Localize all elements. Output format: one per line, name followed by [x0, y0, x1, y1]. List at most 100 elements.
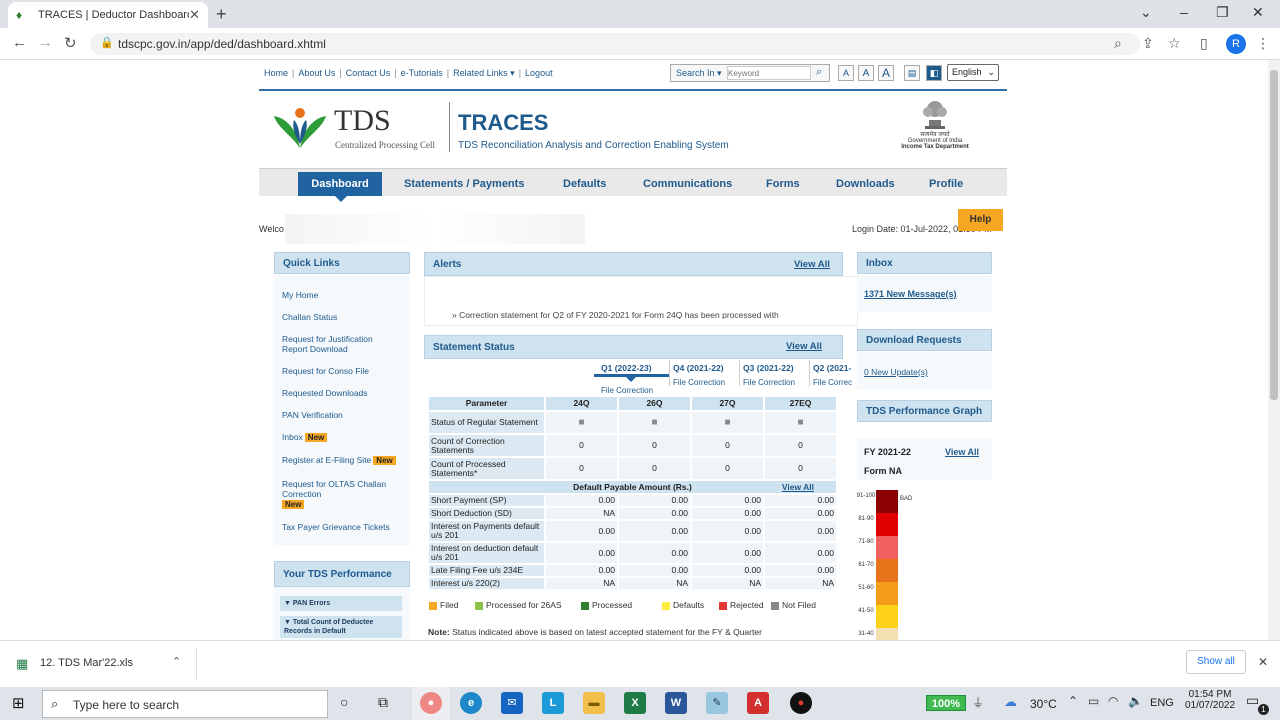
page-scrollbar[interactable] — [1268, 60, 1280, 640]
tray-chevron-icon[interactable]: ⌃ — [1068, 694, 1078, 708]
toplink-0[interactable]: Home — [264, 68, 288, 78]
side-panel-icon[interactable]: ▯ — [1200, 35, 1208, 52]
tab-q3-2021-22[interactable]: Q3 (2021-22) — [743, 363, 794, 373]
alert-item[interactable]: » Correction statement for Q2 of FY 2020… — [452, 310, 822, 319]
temperature[interactable]: 30°C — [1030, 697, 1057, 711]
close-shelf-icon[interactable]: ✕ — [1258, 655, 1268, 669]
close-tab-icon[interactable]: ✕ — [189, 7, 200, 23]
share-icon[interactable]: ⇪ — [1142, 35, 1154, 52]
battery-indicator[interactable]: 100% — [926, 695, 966, 711]
q2-file-correction-link[interactable]: File Correc — [813, 378, 858, 387]
search-in-dropdown[interactable]: Search In ▾ — [676, 68, 722, 79]
help-button[interactable]: Help — [958, 209, 1003, 231]
bookmark-star-icon[interactable]: ☆ — [1168, 35, 1181, 52]
profile-avatar[interactable]: R — [1226, 34, 1246, 54]
toplink-2[interactable]: Contact Us — [346, 68, 391, 78]
menu-dashboard[interactable]: Dashboard — [298, 172, 382, 196]
tab-q4-2021-22[interactable]: Q4 (2021-22) — [673, 363, 724, 373]
statement-view-all-link[interactable]: View All — [786, 341, 822, 352]
chevron-up-icon[interactable]: ⌃ — [172, 655, 181, 668]
menu-defaults[interactable]: Defaults — [563, 178, 606, 190]
browser-tab[interactable]: ♦ TRACES | Deductor Dashboard ✕ — [8, 2, 208, 28]
search-box[interactable]: Search In ▾ ⌕ — [670, 64, 830, 82]
input-language[interactable]: ENG — [1150, 697, 1174, 709]
toplink-1[interactable]: About Us — [298, 68, 335, 78]
close-window-icon[interactable]: ✕ — [1252, 4, 1264, 21]
menu-forms[interactable]: Forms — [766, 178, 800, 190]
download-updates-link[interactable]: 0 New Update(s) — [864, 367, 928, 377]
font-size-large-button[interactable]: A — [878, 65, 894, 81]
acrobat-icon[interactable]: A — [747, 692, 769, 714]
forward-icon[interactable]: → — [38, 34, 53, 51]
scroll-thumb[interactable] — [1270, 70, 1278, 400]
url-field[interactable]: tdscpc.gov.in/app/ded/dashboard.xhtml — [90, 33, 1140, 55]
word-icon[interactable]: W — [665, 692, 687, 714]
reload-icon[interactable]: ↻ — [64, 34, 77, 52]
menu-statements-payments[interactable]: Statements / Payments — [404, 178, 524, 190]
toplink-5[interactable]: Logout — [525, 68, 553, 78]
taskbar-search-box[interactable]: ⌕ Type here to search — [42, 690, 328, 718]
deductee-default-toggle[interactable]: ▼ Total Count of Deductee Records in Def… — [280, 616, 402, 638]
inbox-new-messages-link[interactable]: 1371 New Message(s) — [864, 289, 957, 299]
maximize-icon[interactable]: ❐ — [1216, 4, 1229, 21]
ql-inbox[interactable]: Inbox New — [282, 432, 328, 442]
table-column-header: 27Q — [692, 397, 763, 410]
toplink-3[interactable]: e-Tutorials — [401, 68, 443, 78]
menu-profile[interactable]: Profile — [929, 178, 963, 190]
notification-icon[interactable]: ▭ — [1246, 692, 1259, 709]
battery-icon[interactable]: ▭ — [1088, 694, 1099, 708]
windows-start-icon[interactable]: ⊞ — [12, 694, 25, 712]
toplink-4[interactable]: Related Links ▾ — [453, 68, 515, 78]
q4-file-correction-link[interactable]: File Correction — [673, 378, 725, 387]
contrast-icon[interactable]: ◧ — [926, 65, 942, 81]
ql-efiling-register[interactable]: Register at E-Filing Site New — [282, 455, 396, 465]
menu-kebab-icon[interactable]: ⋮ — [1256, 35, 1270, 52]
tab-q1-2022-23[interactable]: Q1 (2022-23) — [601, 363, 652, 373]
cortana-icon[interactable]: ○ — [340, 694, 348, 710]
language-select[interactable]: English ⌄ — [947, 64, 999, 81]
menu-communications[interactable]: Communications — [643, 178, 732, 190]
recorder-icon[interactable]: ● — [790, 692, 812, 714]
minimize-icon[interactable]: – — [1180, 4, 1188, 20]
sitemap-icon[interactable]: ▤ — [904, 65, 920, 81]
wifi-icon[interactable]: ◠ — [1108, 694, 1118, 708]
default-view-all-link[interactable]: View All — [782, 482, 814, 492]
volume-icon[interactable]: 🔈 — [1128, 694, 1143, 708]
ql-pan-verification[interactable]: PAN Verification — [282, 410, 343, 420]
lock-icon[interactable]: 🔒 — [100, 36, 114, 49]
pan-errors-toggle[interactable]: ▼ PAN Errors — [280, 596, 402, 611]
mail-icon[interactable]: ✉ — [501, 692, 523, 714]
ql-challan-status[interactable]: Challan Status — [282, 312, 337, 322]
l-app-icon[interactable]: L — [542, 692, 564, 714]
edge-icon[interactable]: e — [460, 692, 482, 714]
download-file-name[interactable]: 12. TDS Mar'22.xls — [40, 657, 133, 669]
perf-view-all-link[interactable]: View All — [945, 447, 979, 457]
q1-file-correction-link[interactable]: File Correction — [601, 386, 653, 395]
zoom-icon[interactable]: ⌕ — [1114, 35, 1122, 52]
ql-justification-report[interactable]: Request for Justification Report Downloa… — [282, 334, 392, 354]
menu-downloads[interactable]: Downloads — [836, 178, 895, 190]
perf-band-label: 81-90 — [858, 516, 874, 522]
ql-requested-downloads[interactable]: Requested Downloads — [282, 388, 368, 398]
q3-file-correction-link[interactable]: File Correction — [743, 378, 795, 387]
weather-icon[interactable]: ☁ — [1004, 694, 1017, 710]
file-explorer-icon[interactable]: ▬ — [583, 692, 605, 714]
ql-grievance-tickets[interactable]: Tax Payer Grievance Tickets — [282, 522, 390, 532]
search-input[interactable] — [727, 66, 811, 80]
font-size-medium-button[interactable]: A — [858, 65, 874, 81]
clock[interactable]: 01:54 PM 01/07/2022 — [1180, 689, 1240, 711]
tab-q2-2021[interactable]: Q2 (2021- — [813, 363, 858, 373]
font-size-small-button[interactable]: A — [838, 65, 854, 81]
tab-search-icon[interactable]: ⌄ — [1140, 4, 1152, 21]
notepad-icon[interactable]: ✎ — [706, 692, 728, 714]
task-view-icon[interactable]: ⧉ — [378, 694, 388, 711]
new-tab-icon[interactable]: + — [216, 4, 227, 25]
search-icon[interactable]: ⌕ — [816, 66, 822, 79]
ql-my-home[interactable]: My Home — [282, 290, 318, 300]
alerts-view-all-link[interactable]: View All — [794, 259, 830, 270]
ql-conso-file[interactable]: Request for Conso File — [282, 366, 369, 376]
excel-icon[interactable]: X — [624, 692, 646, 714]
ql-oltas-correction[interactable]: Request for OLTAS Challan Correction New — [282, 479, 397, 509]
back-icon[interactable]: ← — [12, 34, 27, 51]
show-all-button[interactable]: Show all — [1186, 650, 1246, 674]
